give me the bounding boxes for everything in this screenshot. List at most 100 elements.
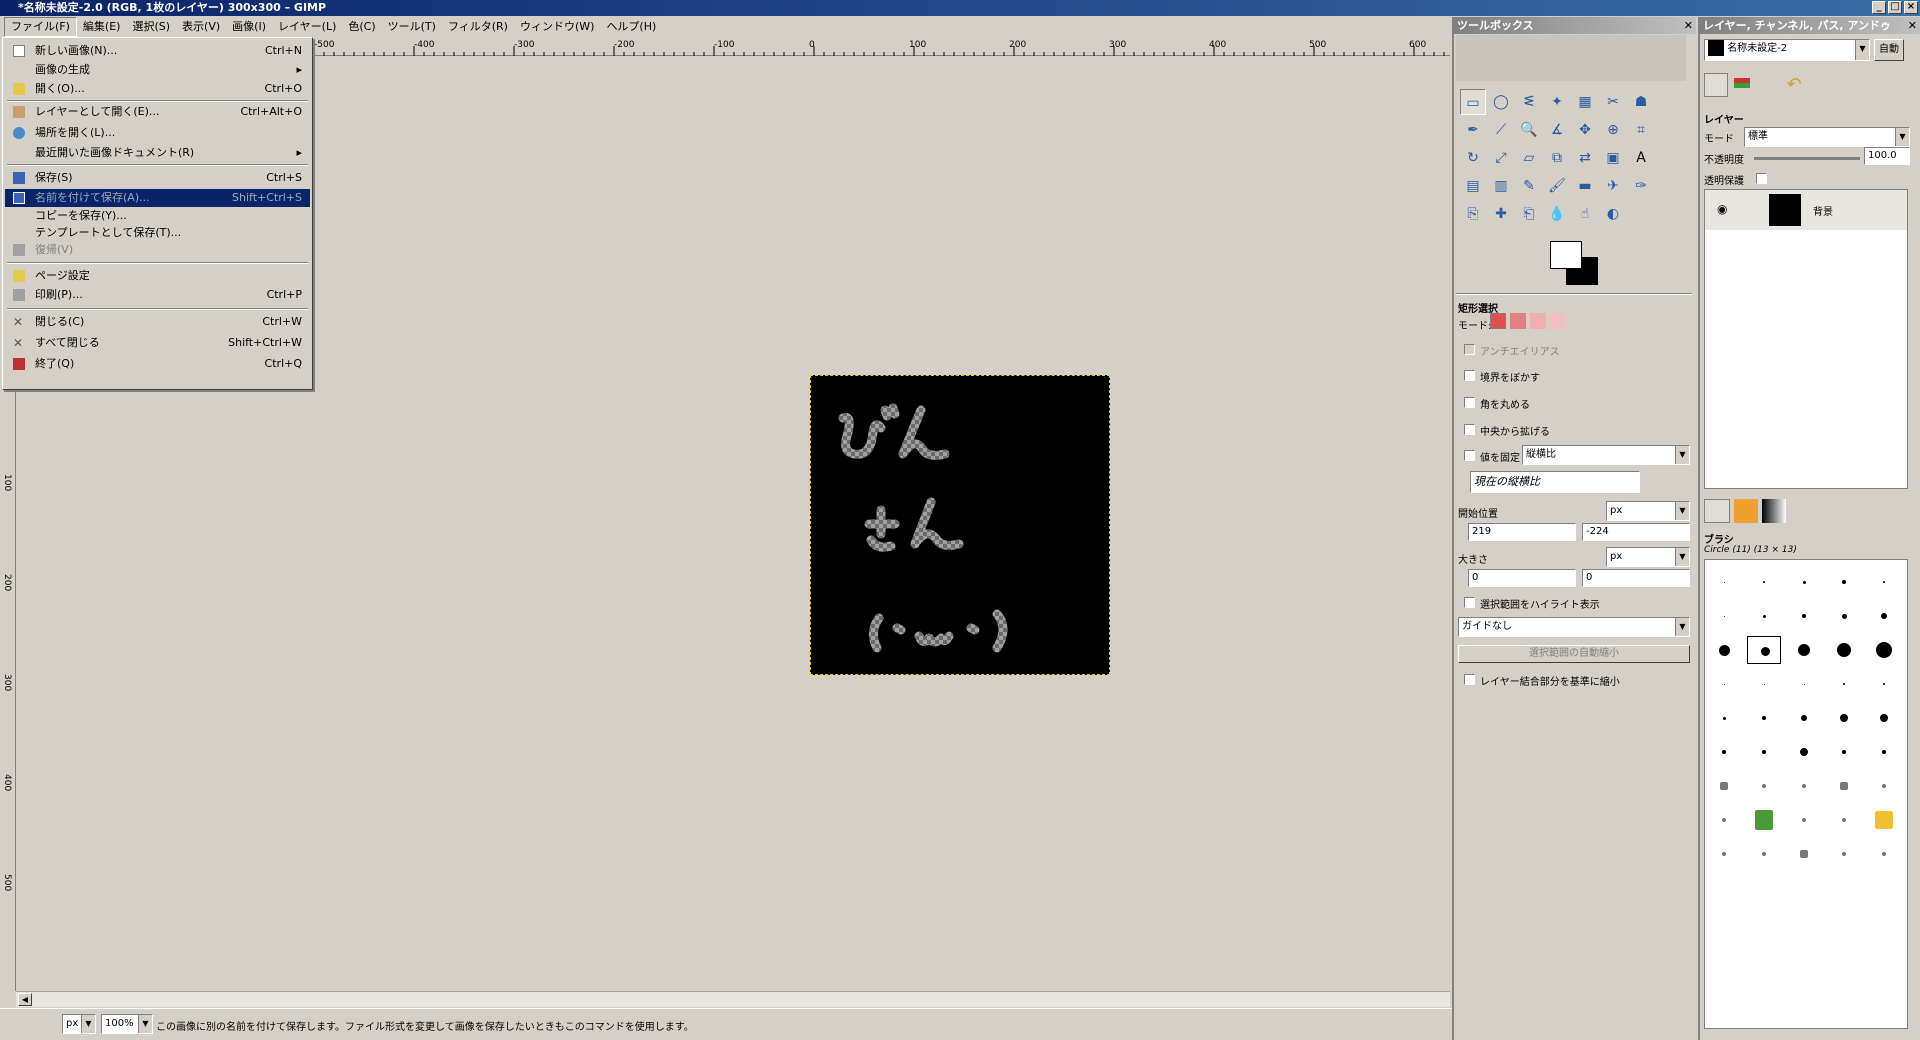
menu-item-close[interactable]: ✕ 閉じる(C) Ctrl+W (5, 313, 310, 331)
scroll-left-button[interactable]: ◀ (18, 993, 32, 1006)
tool-move-icon[interactable]: ✥ (1572, 117, 1598, 143)
brush-item[interactable] (1827, 670, 1861, 698)
brush-item[interactable] (1707, 704, 1741, 732)
tool-flip-icon[interactable]: ⇄ (1572, 145, 1598, 171)
menu-item-open[interactable]: 開く(O)... Ctrl+O (5, 80, 310, 98)
brush-item[interactable] (1747, 840, 1781, 868)
menu-filters[interactable]: フィルタ(R) (442, 18, 514, 36)
brush-item[interactable] (1867, 670, 1901, 698)
rounded-checkbox[interactable] (1464, 397, 1475, 408)
brush-item[interactable] (1867, 602, 1901, 630)
tool-paintbrush-icon[interactable]: 🖌 (1544, 173, 1570, 199)
tool-rotate-icon[interactable]: ↻ (1460, 145, 1486, 171)
brush-item[interactable] (1787, 636, 1821, 664)
menu-item-recent[interactable]: 最近開いた画像ドキュメント(R) ▸ (5, 144, 310, 162)
tool-dodge-burn-icon[interactable]: ◐ (1600, 201, 1626, 227)
position-x-input[interactable]: 219 (1468, 523, 1576, 541)
brush-item[interactable] (1747, 738, 1781, 766)
tool-ink-icon[interactable]: ✑ (1628, 173, 1654, 199)
menu-layer[interactable]: レイヤー(L) (272, 18, 342, 36)
tool-shear-icon[interactable]: ▱ (1516, 145, 1542, 171)
brush-item[interactable] (1787, 568, 1821, 596)
mode-replace-button[interactable] (1490, 313, 1506, 329)
mode-intersect-button[interactable] (1550, 313, 1566, 329)
brush-item[interactable] (1827, 636, 1861, 664)
tool-scissors-select-icon[interactable]: ✂ (1600, 89, 1626, 115)
brush-item[interactable] (1867, 840, 1901, 868)
lock-alpha-checkbox[interactable] (1756, 173, 1767, 184)
menu-item-quit[interactable]: 終了(Q) Ctrl+Q (5, 355, 310, 373)
tool-eraser-icon[interactable]: ▬ (1572, 173, 1598, 199)
eye-icon[interactable]: ◉ (1717, 202, 1727, 216)
brush-item[interactable] (1867, 772, 1901, 800)
brush-item[interactable] (1747, 568, 1781, 596)
foreground-color-swatch[interactable] (1550, 241, 1582, 269)
brush-item[interactable] (1827, 772, 1861, 800)
menu-view[interactable]: 表示(V) (176, 18, 226, 36)
mode-add-button[interactable] (1510, 313, 1526, 329)
tool-smudge-icon[interactable]: ☝ (1572, 201, 1598, 227)
brush-item[interactable] (1707, 738, 1741, 766)
shrink-merged-checkbox[interactable] (1464, 674, 1475, 685)
brush-item[interactable] (1827, 602, 1861, 630)
menu-image[interactable]: 画像(I) (226, 18, 272, 36)
fixed-checkbox[interactable] (1464, 450, 1475, 461)
auto-button[interactable]: 自動 (1874, 39, 1904, 61)
menu-item-save[interactable]: 保存(S) Ctrl+S (5, 169, 310, 187)
minimize-button[interactable]: _ (1872, 1, 1886, 14)
tool-paths-icon[interactable]: ✒ (1460, 117, 1486, 143)
tool-measure-icon[interactable]: ∡ (1544, 117, 1570, 143)
image-select[interactable]: 名称未設定-2 ▼ (1704, 39, 1870, 61)
brush-item[interactable] (1787, 806, 1821, 834)
expand-center-checkbox[interactable] (1464, 424, 1475, 435)
tool-zoom-icon[interactable]: 🔍 (1516, 117, 1542, 143)
brush-item[interactable] (1827, 738, 1861, 766)
tool-fuzzy-select-icon[interactable]: ✦ (1544, 89, 1570, 115)
tool-free-select-icon[interactable]: ᓬ (1516, 89, 1542, 115)
brush-item[interactable] (1707, 602, 1741, 630)
auto-shrink-button[interactable]: 選択範囲の自動縮小 (1458, 645, 1690, 663)
size-x-input[interactable]: 0 (1468, 569, 1576, 587)
menu-select[interactable]: 選択(S) (126, 18, 176, 36)
menu-item-print[interactable]: 印刷(P)... Ctrl+P (5, 286, 310, 304)
menu-item-open-location[interactable]: 場所を開く(L)... (5, 124, 310, 142)
size-unit-select[interactable]: px ▼ (1606, 547, 1690, 567)
brush-item[interactable] (1867, 806, 1901, 834)
brush-item[interactable] (1827, 806, 1861, 834)
antialias-checkbox[interactable] (1464, 344, 1475, 355)
tab-layers[interactable] (1704, 73, 1728, 97)
unit-select[interactable]: px ▼ (62, 1014, 96, 1034)
menu-item-save-copy[interactable]: コピーを保存(Y)... (5, 207, 310, 225)
tool-bucket-fill-icon[interactable]: ▤ (1460, 173, 1486, 199)
tool-airbrush-icon[interactable]: ✈ (1600, 173, 1626, 199)
brush-item[interactable] (1867, 738, 1901, 766)
tool-rect-select-icon[interactable]: ▭ (1460, 89, 1486, 115)
maximize-button[interactable]: □ (1888, 1, 1902, 14)
brush-item[interactable] (1747, 636, 1781, 664)
tab-brushes[interactable] (1704, 499, 1730, 523)
menu-item-page-setup[interactable]: ページ設定 (5, 267, 310, 285)
mode-subtract-button[interactable] (1530, 313, 1546, 329)
menu-item-save-template[interactable]: テンプレートとして保存(T)... (5, 224, 310, 242)
menu-edit[interactable]: 編集(E) (77, 18, 127, 36)
guides-select[interactable]: ガイドなし ▼ (1458, 617, 1690, 637)
menu-item-new[interactable]: 新しい画像(N)... Ctrl+N (5, 42, 310, 60)
horizontal-scrollbar[interactable]: ◀ (16, 991, 1450, 1007)
tool-perspective-icon[interactable]: ⧉ (1544, 145, 1570, 171)
brush-item[interactable] (1747, 704, 1781, 732)
menu-windows[interactable]: ウィンドウ(W) (514, 18, 600, 36)
brush-item[interactable] (1747, 602, 1781, 630)
feather-checkbox[interactable] (1464, 370, 1475, 381)
brush-item[interactable] (1787, 840, 1821, 868)
menu-tools[interactable]: ツール(T) (382, 18, 442, 36)
menu-colors[interactable]: 色(C) (342, 18, 381, 36)
menu-file[interactable]: ファイル(F) (4, 17, 77, 37)
zoom-select[interactable]: 100% ▼ (101, 1014, 153, 1034)
brush-item[interactable] (1707, 806, 1741, 834)
opacity-slider[interactable] (1754, 157, 1860, 160)
opacity-input[interactable]: 100.0 (1864, 147, 1910, 165)
brush-item[interactable] (1787, 738, 1821, 766)
brush-item[interactable] (1787, 704, 1821, 732)
tab-gradients[interactable] (1762, 499, 1786, 523)
brush-item[interactable] (1827, 704, 1861, 732)
